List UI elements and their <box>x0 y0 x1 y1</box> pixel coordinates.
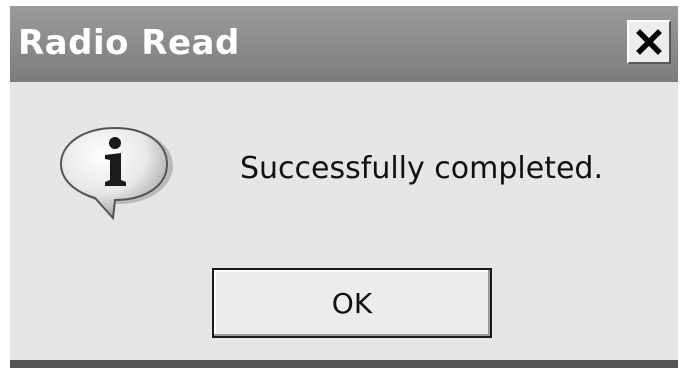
message-dialog: Radio Read Successfully completed. OK <box>10 6 678 368</box>
title-bar[interactable]: Radio Read <box>10 6 678 82</box>
information-icon <box>55 122 175 222</box>
close-icon <box>636 29 662 55</box>
ok-button[interactable]: OK <box>212 268 492 338</box>
window-title: Radio Read <box>18 23 240 63</box>
message-text: Successfully completed. <box>240 151 604 186</box>
ok-button-label: OK <box>331 286 373 320</box>
close-button[interactable] <box>627 20 671 64</box>
